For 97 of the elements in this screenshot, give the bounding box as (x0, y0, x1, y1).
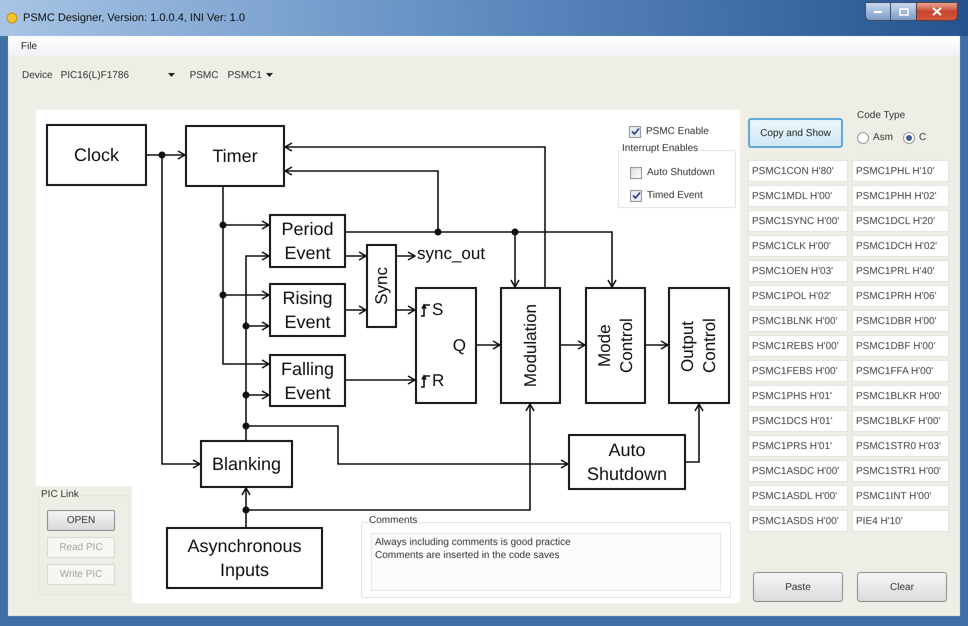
junction-dot (512, 228, 518, 236)
register-field[interactable]: PSMC1REBS H'00' (748, 335, 848, 357)
group-label: Interrupt Enables (621, 143, 700, 155)
junction-dot (242, 392, 250, 398)
junction-dot (242, 506, 250, 514)
pin-label: Q (452, 334, 466, 356)
code-type-label: Code Type (857, 110, 906, 122)
register-field[interactable]: PSMC1DBR H'00' (852, 310, 949, 332)
radio-button[interactable] (903, 132, 915, 144)
window-title: PSMC Designer, Version: 1.0.0.4, INI Ver: 1.0 (23, 12, 245, 25)
register-field[interactable]: PSMC1PHS H'01' (748, 385, 848, 407)
checkbox-label: PSMC Enable (646, 125, 709, 139)
pic-link-button[interactable]: OPEN (47, 510, 115, 531)
diagram-block[interactable]: Mode Control (585, 287, 646, 404)
register-field[interactable]: PSMC1POL H'02' (748, 285, 848, 307)
register-field[interactable]: PSMC1STR1 H'00' (852, 460, 949, 482)
diagram-block[interactable]: Sync (366, 244, 397, 328)
diagram-block[interactable]: Asynchronous Inputs (166, 527, 323, 589)
register-field[interactable]: PSMC1ASDL H'00' (748, 485, 848, 507)
diagram-block[interactable]: Clock (46, 124, 147, 186)
radio-button[interactable] (857, 132, 869, 144)
device-label: Device (22, 68, 53, 82)
register-field[interactable]: PSMC1OEN H'03' (748, 260, 848, 282)
menu-item[interactable]: File (18, 38, 40, 54)
register-field[interactable]: PSMC1STR0 H'03' (852, 435, 949, 457)
junction-dot (242, 422, 250, 430)
app-icon (6, 12, 18, 24)
register-field[interactable]: PSMC1ASDC H'00' (748, 460, 848, 482)
minimize-icon (873, 10, 883, 14)
checkbox-label: Timed Event (647, 189, 703, 203)
flipflop-block[interactable]: S Q R (415, 287, 477, 404)
register-field[interactable]: PSMC1CLK H'00' (748, 235, 848, 257)
connector-arrow (346, 305, 367, 315)
junction-dot (242, 322, 250, 330)
register-field[interactable]: PSMC1DCL H'20' (852, 210, 949, 232)
register-field[interactable]: PSMC1CON H'80' (748, 160, 848, 182)
register-field[interactable]: PIE4 H'10' (852, 510, 949, 532)
minimize-button[interactable] (865, 2, 891, 21)
register-field[interactable]: PSMC1INT H'00' (852, 485, 949, 507)
junction-dot (220, 292, 226, 298)
register-field[interactable]: PSMC1FEBS H'00' (748, 360, 848, 382)
caret-icon (266, 73, 273, 77)
diagram-block[interactable]: Period Event (269, 214, 346, 268)
device-dropdown[interactable]: PIC16(L)F1786 (58, 66, 178, 84)
pin-label: S (432, 299, 444, 321)
register-field[interactable]: PSMC1PRH H'06' (852, 285, 949, 307)
connector-arrow (477, 340, 501, 350)
checkbox[interactable] (629, 126, 641, 138)
copy-and-show-button[interactable]: Copy and Show (748, 118, 843, 148)
radio-label: C (919, 131, 926, 145)
diagram-block[interactable]: Rising Event (269, 283, 346, 337)
caret-icon (168, 73, 175, 77)
diagram-block[interactable]: Modulation (500, 287, 561, 404)
register-field[interactable]: PSMC1FFA H'00' (852, 360, 949, 382)
register-field[interactable]: PSMC1BLKF H'00' (852, 410, 949, 432)
rising-edge-icon (420, 374, 431, 388)
connector-arrow (397, 305, 416, 315)
radio-label: Asm (873, 131, 893, 145)
junction-dot (434, 228, 442, 236)
junction-dot (158, 152, 166, 158)
diagram-block[interactable]: Auto Shutdown (568, 434, 686, 490)
action-button[interactable]: Paste (753, 572, 843, 602)
maximize-button[interactable] (891, 2, 916, 21)
action-button[interactable]: Clear (857, 572, 947, 602)
diagram-block[interactable]: Blanking (200, 440, 293, 488)
checkbox[interactable] (630, 166, 642, 178)
close-button[interactable] (916, 2, 958, 21)
signal-label: sync_out (417, 243, 486, 265)
psmc-label: PSMC (190, 68, 218, 82)
junction-dot (220, 222, 226, 228)
register-field[interactable]: PSMC1DCH H'02' (852, 235, 949, 257)
comments-field[interactable]: Always including comments is good practice Comments are inserted in the code saves (371, 533, 721, 591)
rising-edge-icon (420, 303, 431, 317)
register-field[interactable]: PSMC1PRL H'40' (852, 260, 949, 282)
register-field[interactable]: PSMC1PRS H'01' (748, 435, 848, 457)
maximize-icon (898, 8, 908, 16)
close-icon (932, 7, 942, 16)
register-field[interactable]: PSMC1BLNK H'00' (748, 310, 848, 332)
register-field[interactable]: PSMC1ASDS H'00' (748, 510, 848, 532)
connector-arrow (346, 375, 416, 385)
register-field[interactable]: PSMC1PHH H'02' (852, 185, 949, 207)
diagram-block[interactable]: Falling Event (269, 354, 346, 407)
register-field[interactable]: PSMC1BLKR H'00' (852, 385, 949, 407)
pin-label: R (432, 370, 444, 392)
register-field[interactable]: PSMC1PHL H'10' (852, 160, 949, 182)
register-field[interactable]: PSMC1DBF H'00' (852, 335, 949, 357)
diagram-block[interactable]: Output Control (668, 287, 730, 404)
diagram-block[interactable]: Timer (185, 125, 285, 187)
register-field[interactable]: PSMC1SYNC H'00' (748, 210, 848, 232)
connector-arrow (686, 403, 704, 463)
register-field[interactable]: PSMC1DCS H'01' (748, 410, 848, 432)
connector-arrow (646, 340, 669, 350)
checkbox[interactable] (630, 190, 642, 202)
register-field[interactable]: PSMC1MDL H'00' (748, 185, 848, 207)
checkbox-label: Auto Shutdown (647, 166, 715, 180)
connector-arrow (561, 340, 586, 350)
psmc-dropdown[interactable]: PSMC1 (224, 66, 270, 84)
